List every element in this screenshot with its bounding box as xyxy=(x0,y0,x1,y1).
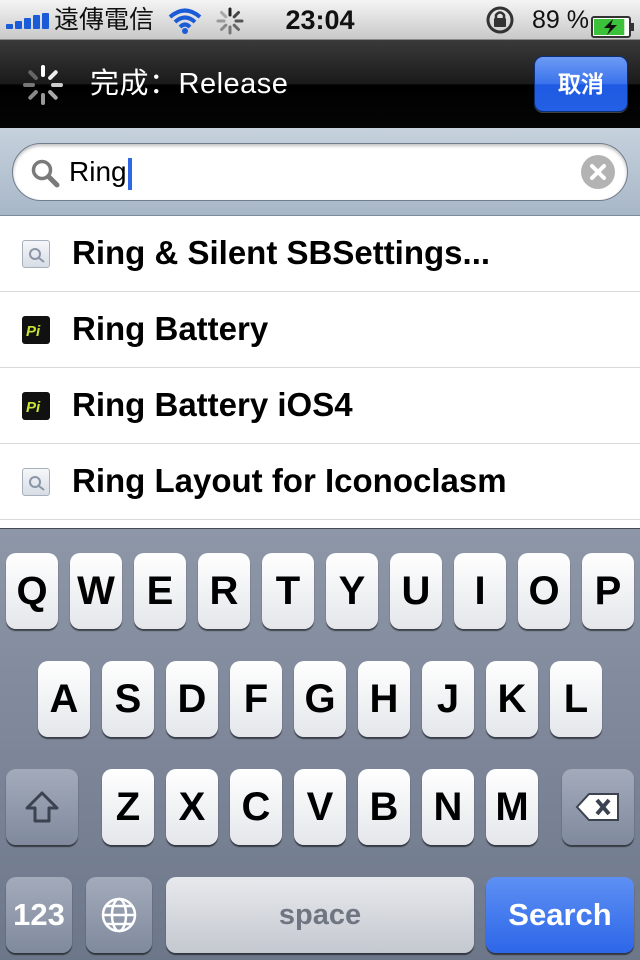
key-v[interactable]: V xyxy=(294,769,346,845)
list-item[interactable]: Pi Ring Battery iOS4 xyxy=(0,368,640,444)
numbers-key[interactable]: 123 xyxy=(6,877,72,953)
key-g[interactable]: G xyxy=(294,661,346,737)
backspace-icon xyxy=(575,793,619,821)
progress-navbar: 完成：Release 取消 xyxy=(0,40,640,128)
key-q[interactable]: Q xyxy=(6,553,58,629)
list-item[interactable]: Ring Layout for Iconoclasm xyxy=(0,444,640,520)
key-p[interactable]: P xyxy=(582,553,634,629)
list-item[interactable]: Ring & Silent SBSettings... xyxy=(0,216,640,292)
list-item-label: Ring Layout for Iconoclasm xyxy=(72,462,507,499)
list-item-label: Ring & Silent SBSettings... xyxy=(72,234,491,271)
battery-percent: 89 % xyxy=(532,6,589,34)
cancel-button[interactable]: 取消 xyxy=(534,56,628,112)
status-bar: 遠傳電信 23:04 89 % xyxy=(0,0,640,40)
keyboard: Q W E R T Y U I O P A S D F G H J K L Z … xyxy=(0,528,640,960)
search-query: Ring xyxy=(69,156,127,187)
search-key[interactable]: Search xyxy=(486,877,634,953)
key-o[interactable]: O xyxy=(518,553,570,629)
pi-icon-text: Pi xyxy=(26,323,41,340)
clear-icon[interactable] xyxy=(581,155,615,189)
shift-key[interactable] xyxy=(6,769,78,845)
list-item-label: Ring Battery iOS4 xyxy=(72,386,353,423)
generic-package-icon xyxy=(22,468,50,496)
loading-spinner-icon xyxy=(22,64,64,106)
key-j[interactable]: J xyxy=(422,661,474,737)
globe-key[interactable] xyxy=(86,877,152,953)
key-w[interactable]: W xyxy=(70,553,122,629)
key-n[interactable]: N xyxy=(422,769,474,845)
key-l[interactable]: L xyxy=(550,661,602,737)
list-item[interactable]: Pi Ring Battery xyxy=(0,292,640,368)
pi-app-icon: Pi xyxy=(22,392,50,420)
key-z[interactable]: Z xyxy=(102,769,154,845)
search-text-wrap: Ring xyxy=(69,144,132,200)
search-input[interactable]: Ring xyxy=(12,143,628,201)
key-t[interactable]: T xyxy=(262,553,314,629)
key-s[interactable]: S xyxy=(102,661,154,737)
list-item-label: Ring Battery xyxy=(72,310,269,347)
search-results-list: Ring & Silent SBSettings... Pi Ring Batt… xyxy=(0,216,640,520)
key-i[interactable]: I xyxy=(454,553,506,629)
magnifier-icon xyxy=(30,158,60,188)
key-f[interactable]: F xyxy=(230,661,282,737)
rotation-lock-icon xyxy=(484,5,516,35)
key-c[interactable]: C xyxy=(230,769,282,845)
key-h[interactable]: H xyxy=(358,661,410,737)
space-key[interactable]: space xyxy=(166,877,474,953)
key-e[interactable]: E xyxy=(134,553,186,629)
key-a[interactable]: A xyxy=(38,661,90,737)
generic-package-icon xyxy=(22,240,50,268)
key-y[interactable]: Y xyxy=(326,553,378,629)
battery-charging-icon xyxy=(591,9,635,38)
text-caret xyxy=(127,157,132,190)
shift-icon xyxy=(25,791,59,823)
pi-app-icon: Pi xyxy=(22,316,50,344)
key-u[interactable]: U xyxy=(390,553,442,629)
key-r[interactable]: R xyxy=(198,553,250,629)
search-bar: Ring xyxy=(0,128,640,216)
key-b[interactable]: B xyxy=(358,769,410,845)
key-x[interactable]: X xyxy=(166,769,218,845)
pi-icon-text: Pi xyxy=(26,399,41,416)
progress-title: 完成：Release xyxy=(90,68,289,100)
globe-icon xyxy=(101,897,137,933)
key-k[interactable]: K xyxy=(486,661,538,737)
key-m[interactable]: M xyxy=(486,769,538,845)
key-d[interactable]: D xyxy=(166,661,218,737)
backspace-key[interactable] xyxy=(562,769,634,845)
